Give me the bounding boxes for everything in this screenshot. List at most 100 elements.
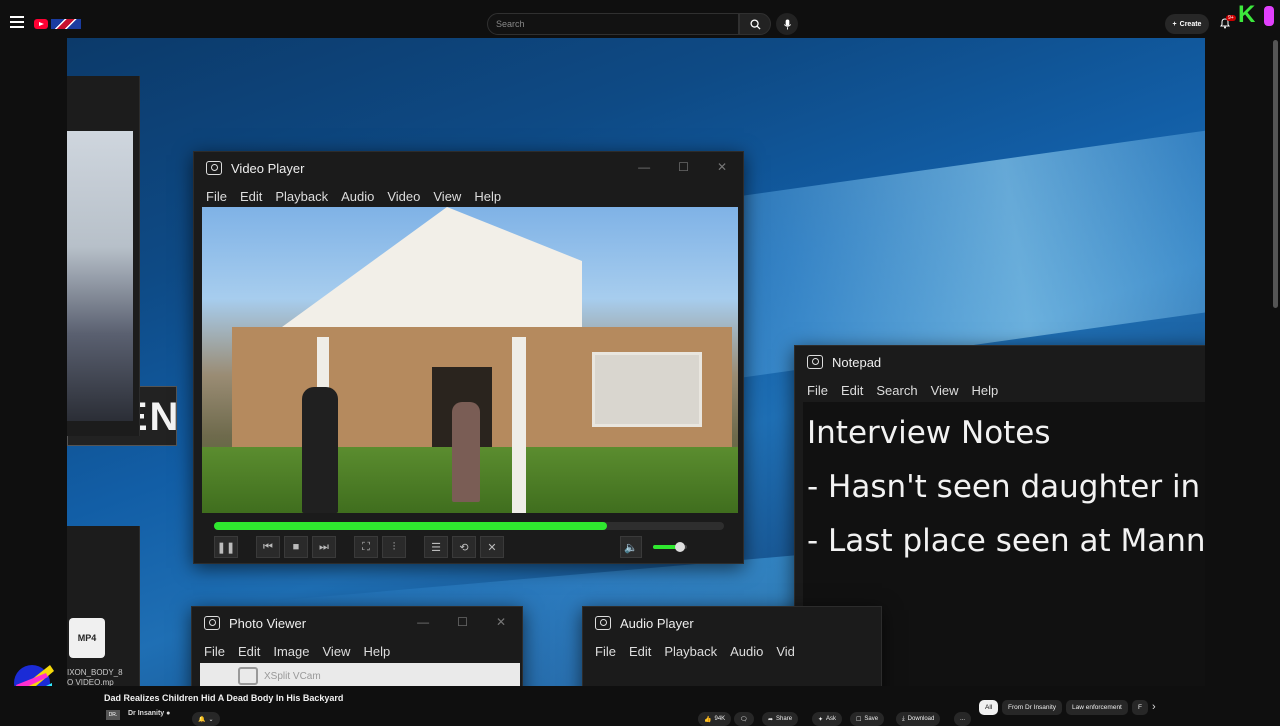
close-icon[interactable]: ✕ (717, 160, 727, 174)
save-button[interactable]: ☐ Save (850, 712, 885, 726)
chip-all[interactable]: All (979, 700, 999, 715)
audio-player-menu: File Edit Playback Audio Vid (583, 639, 881, 663)
search-button[interactable] (739, 13, 771, 35)
house-roof (282, 207, 582, 327)
download-button[interactable]: ⤓ Download (896, 712, 941, 726)
more-actions-button[interactable]: ... (954, 712, 972, 726)
fullscreen-icon[interactable]: ⛶ (354, 536, 378, 558)
share-icon: ➦ (768, 716, 774, 723)
minimize-icon[interactable]: — (417, 615, 429, 629)
maximize-icon[interactable]: ☐ (678, 160, 689, 174)
chevron-right-icon[interactable]: › (1152, 701, 1156, 713)
menu-help[interactable]: Help (474, 189, 501, 204)
youtube-logo[interactable] (34, 17, 82, 31)
share-button[interactable]: ➦ Share (762, 712, 799, 726)
portrait-image (67, 131, 133, 421)
audio-player-icon (595, 616, 611, 630)
user-avatar[interactable]: K (1238, 3, 1260, 27)
channel-avatar[interactable]: DR. (106, 710, 120, 720)
audio-player-titlebar: Audio Player (583, 607, 881, 639)
chevron-down-icon: ⌄ (208, 716, 214, 723)
menu-audio[interactable]: Audio (730, 644, 763, 659)
seek-bar[interactable] (214, 522, 724, 530)
menu-search[interactable]: Search (876, 383, 917, 398)
bookmark-icon: ☐ (856, 716, 862, 723)
notification-badge: 9+ (1226, 15, 1236, 21)
equalizer-icon[interactable]: ⫶ (382, 536, 406, 558)
close-icon[interactable]: ✕ (496, 615, 506, 629)
menu-file[interactable]: File (807, 383, 828, 398)
youtube-play-icon (34, 19, 48, 29)
photo-viewer-canvas: XSplit VCam (200, 663, 520, 686)
chip-more[interactable]: F (1132, 700, 1148, 715)
video-title: Dad Realizes Children Hid A Dead Body In… (104, 693, 344, 703)
volume-slider[interactable] (653, 542, 687, 552)
menu-playback[interactable]: Playback (664, 644, 717, 659)
search-icon (749, 18, 761, 30)
audio-player-window: Audio Player File Edit Playback Audio Vi… (582, 606, 882, 686)
page-scrollbar[interactable] (1273, 40, 1278, 308)
comment-button[interactable]: 🗨 (734, 712, 754, 726)
house-window (592, 352, 702, 427)
volume-icon[interactable]: 🔈 (620, 536, 642, 558)
menu-video[interactable]: Video (387, 189, 420, 204)
menu-edit[interactable]: Edit (841, 383, 863, 398)
mp4-file-icon: MP4 (69, 618, 105, 658)
microphone-icon (783, 18, 791, 30)
background-window-left-bottom: MP4 IXON_BODY_8 O VIDEO.mp (67, 526, 140, 686)
notepad-icon (807, 355, 823, 369)
channel-name[interactable]: Dr Insanity ● (128, 710, 170, 717)
hamburger-menu-icon[interactable] (10, 16, 24, 30)
menu-file[interactable]: File (204, 644, 225, 659)
menu-view[interactable]: View (931, 383, 959, 398)
person-figure (452, 402, 480, 502)
menu-file[interactable]: File (206, 189, 227, 204)
menu-view[interactable]: View (433, 189, 461, 204)
ask-button[interactable]: ✦ Ask (812, 712, 843, 726)
menu-edit[interactable]: Edit (629, 644, 651, 659)
download-icon: ⤓ (902, 715, 905, 722)
video-player-window: Video Player — ☐ ✕ File Edit Playback Audi… (193, 151, 744, 564)
pause-icon[interactable]: ❚❚ (214, 536, 238, 558)
menu-view[interactable]: View (323, 644, 351, 659)
photo-viewer-icon (204, 616, 220, 630)
previous-icon[interactable]: ⏮ (256, 536, 280, 558)
menu-image[interactable]: Image (273, 644, 309, 659)
maximize-icon[interactable]: ☐ (457, 615, 468, 629)
video-player-menu: File Edit Playback Audio Video View Help (194, 184, 743, 208)
bodycam-footage (202, 207, 738, 513)
loop-icon[interactable]: ⟲ (452, 536, 476, 558)
menu-video[interactable]: Vid (776, 644, 795, 659)
voice-search-button[interactable] (776, 13, 798, 35)
stop-icon[interactable]: ■ (284, 536, 308, 558)
menu-audio[interactable]: Audio (341, 189, 374, 204)
flag-icon (51, 19, 81, 29)
create-label: Create (1179, 20, 1202, 28)
thumbs-up-icon: 👍 (704, 716, 712, 723)
menu-help[interactable]: Help (972, 383, 999, 398)
next-icon[interactable]: ⏭ (312, 536, 336, 558)
volume-knob[interactable] (675, 542, 686, 552)
menu-file[interactable]: File (595, 644, 616, 659)
menu-edit[interactable]: Edit (240, 189, 262, 204)
photo-viewer-titlebar: Photo Viewer — ☐ ✕ (192, 607, 522, 639)
shuffle-icon[interactable]: ✕ (480, 536, 504, 558)
minimize-icon[interactable]: — (638, 160, 650, 174)
video-player-titlebar: Video Player — ☐ ✕ (194, 152, 743, 184)
xsplit-icon (238, 667, 258, 685)
notepad-titlebar: Notepad (795, 346, 1205, 378)
photo-viewer-window: Photo Viewer — ☐ ✕ File Edit Image View He… (191, 606, 523, 686)
subscribe-bell-button[interactable]: 🔔 ⌄ (192, 712, 220, 726)
comment-icon: 🗨 (740, 716, 748, 723)
chip-law-enforcement[interactable]: Law enforcement (1066, 700, 1128, 715)
menu-edit[interactable]: Edit (238, 644, 260, 659)
menu-help[interactable]: Help (363, 644, 390, 659)
search-input[interactable]: Search (487, 13, 739, 35)
like-button[interactable]: 👍 94K (698, 712, 732, 726)
notepad-heading: Interview Notes (807, 415, 1051, 451)
video-frame[interactable]: LLEN MP4 IXON_BODY_8 O VIDEO.mp Video Pl… (67, 38, 1205, 686)
create-button[interactable]: + Create (1165, 14, 1209, 34)
chip-from-channel[interactable]: From Dr Insanity (1002, 700, 1063, 715)
menu-playback[interactable]: Playback (275, 189, 328, 204)
playlist-icon[interactable]: ☰ (424, 536, 448, 558)
